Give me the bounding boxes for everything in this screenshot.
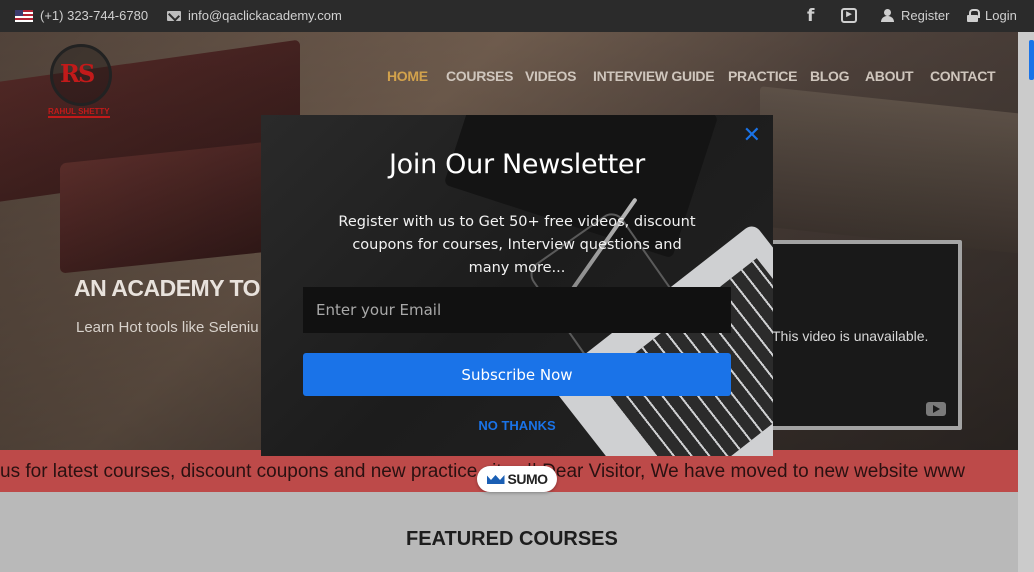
subscribe-button[interactable]: Subscribe Now bbox=[303, 353, 731, 396]
hero-heading: AN ACADEMY TO bbox=[74, 275, 261, 301]
logo-monogram: RS bbox=[60, 59, 95, 88]
featured-courses-heading: FEATURED COURSES bbox=[406, 528, 618, 550]
nav-home[interactable]: HOME bbox=[387, 68, 428, 84]
hero-subtext: Learn Hot tools like Seleniu bbox=[76, 319, 259, 336]
close-icon[interactable]: ✕ bbox=[743, 123, 761, 148]
main-content: FEATURED COURSES bbox=[0, 492, 1018, 572]
sumo-badge[interactable]: SUMO bbox=[477, 466, 557, 492]
nav-interview-guide[interactable]: INTERVIEW GUIDE bbox=[593, 68, 715, 84]
nav-about[interactable]: ABOUT bbox=[865, 68, 914, 84]
email-input[interactable] bbox=[303, 287, 731, 333]
nav-videos[interactable]: VIDEOS bbox=[525, 68, 576, 84]
top-bar: (+1) 323-744-6780 info@qaclickacademy.co… bbox=[0, 0, 1034, 32]
video-player[interactable]: This video is unavailable. bbox=[762, 240, 962, 430]
popup-description: Register with us to Get 50+ free videos,… bbox=[338, 214, 696, 276]
email-address[interactable]: info@qaclickacademy.com bbox=[188, 8, 342, 23]
login-link[interactable]: Login bbox=[967, 8, 1017, 23]
phone-contact: (+1) 323-744-6780 bbox=[15, 8, 148, 23]
popup-title: Join Our Newsletter bbox=[389, 149, 645, 180]
login-label[interactable]: Login bbox=[985, 8, 1017, 23]
user-icon bbox=[881, 9, 894, 22]
facebook-icon: f bbox=[807, 6, 815, 26]
scrollbar-thumb[interactable] bbox=[1029, 40, 1034, 80]
page-scrollbar[interactable] bbox=[1018, 32, 1034, 572]
logo-name: RAHUL SHETTY bbox=[48, 107, 110, 118]
youtube-icon: ▶ bbox=[841, 8, 857, 23]
nav-blog[interactable]: BLOG bbox=[810, 68, 850, 84]
nav-contact[interactable]: CONTACT bbox=[930, 68, 996, 84]
newsletter-popup: ✕ Join Our Newsletter Register with us t… bbox=[261, 115, 773, 456]
crown-icon bbox=[487, 474, 505, 484]
sumo-label: SUMO bbox=[507, 471, 549, 487]
youtube-link[interactable]: ▶ bbox=[841, 8, 857, 23]
register-link[interactable]: Register bbox=[881, 8, 949, 23]
video-unavailable-message: This video is unavailable. bbox=[772, 328, 929, 344]
us-flag-icon bbox=[15, 9, 33, 22]
youtube-play-icon[interactable] bbox=[926, 402, 946, 416]
no-thanks-link[interactable]: NO THANKS bbox=[261, 418, 773, 433]
envelope-icon bbox=[167, 10, 181, 21]
email-contact[interactable]: info@qaclickacademy.com bbox=[167, 8, 342, 23]
register-label[interactable]: Register bbox=[901, 8, 949, 23]
nav-courses[interactable]: COURSES bbox=[446, 68, 513, 84]
lock-icon bbox=[967, 9, 980, 22]
facebook-link[interactable]: f bbox=[807, 6, 814, 26]
phone-number: (+1) 323-744-6780 bbox=[40, 8, 149, 23]
site-logo[interactable]: RS RAHUL SHETTY bbox=[48, 44, 112, 118]
nav-practice[interactable]: PRACTICE bbox=[728, 68, 797, 84]
